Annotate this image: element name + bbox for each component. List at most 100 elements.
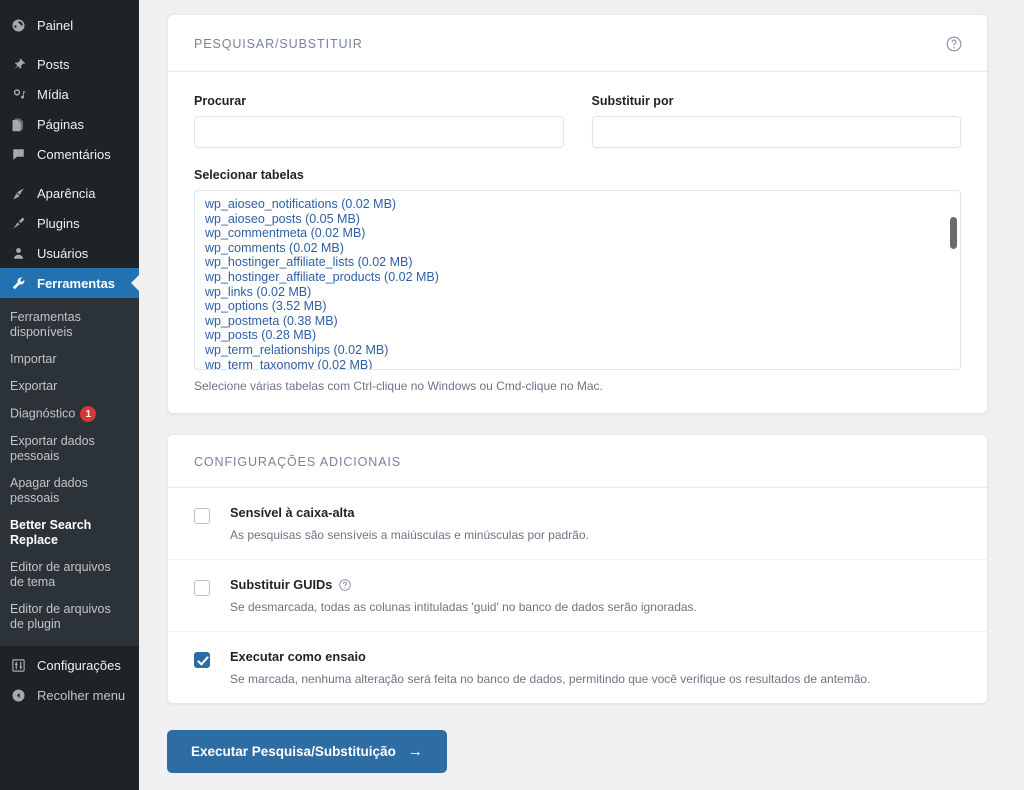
menu-divider — [0, 40, 139, 49]
pin-icon — [8, 54, 28, 74]
collapse-menu-button[interactable]: Recolher menu — [0, 680, 139, 710]
submenu-item-better-search-replace[interactable]: Better Search Replace — [0, 512, 139, 554]
tables-multiselect[interactable]: wp_aioseo_notifications (0.02 MB)wp_aios… — [194, 190, 961, 370]
submenu-item-exportar[interactable]: Exportar — [0, 373, 139, 400]
setting-title: Substituir GUIDs — [230, 577, 697, 593]
sidebar-item-label: Aparência — [37, 187, 96, 200]
search-field-label: Procurar — [194, 94, 564, 108]
table-option[interactable]: wp_options (3.52 MB) — [205, 299, 950, 314]
pages-icon — [8, 114, 28, 134]
submenu-item-label: Editor de arquivos de tema — [10, 560, 111, 589]
select-tables-label: Selecionar tabelas — [194, 168, 961, 182]
tables-options-container: wp_aioseo_notifications (0.02 MB)wp_aios… — [195, 197, 960, 369]
tools-submenu: Ferramentas disponíveis Importar Exporta… — [0, 298, 139, 646]
table-option[interactable]: wp_aioseo_notifications (0.02 MB) — [205, 197, 950, 212]
replace-field-label: Substituir por — [592, 94, 962, 108]
users-icon — [8, 243, 28, 263]
sidebar-item-painel[interactable]: Painel — [0, 10, 139, 40]
setting-title-label: Executar como ensaio — [230, 649, 366, 665]
collapse-menu-label: Recolher menu — [37, 689, 125, 702]
table-option[interactable]: wp_postmeta (0.38 MB) — [205, 314, 950, 329]
sidebar-item-aparencia[interactable]: Aparência — [0, 178, 139, 208]
wrench-icon — [8, 273, 28, 293]
panel-title: CONFIGURAÇÕES ADICIONAIS — [194, 455, 401, 469]
submenu-item-label: Importar — [10, 352, 57, 366]
setting-row-dry-run[interactable]: Executar como ensaio Se marcada, nenhuma… — [168, 632, 987, 703]
submenu-item-label: Ferramentas disponíveis — [10, 310, 81, 339]
setting-row-replace-guids[interactable]: Substituir GUIDs Se desmarcada, todas as… — [168, 560, 987, 632]
case-sensitive-checkbox[interactable] — [194, 508, 210, 524]
menu-divider — [0, 169, 139, 178]
setting-row-case-sensitive[interactable]: Sensível à caixa-alta As pesquisas são s… — [168, 488, 987, 560]
tables-hint: Selecione várias tabelas com Ctrl-clique… — [194, 379, 961, 393]
arrow-right-icon: → — [408, 744, 423, 759]
diagnostico-badge: 1 — [80, 406, 96, 422]
tables-scrollbar-thumb[interactable] — [950, 217, 957, 249]
table-option[interactable]: wp_links (0.02 MB) — [205, 285, 950, 300]
submit-area: Executar Pesquisa/Substituição → — [139, 704, 1024, 773]
select-tables-group: Selecionar tabelas wp_aioseo_notificatio… — [194, 168, 961, 393]
sidebar-menu-top: Painel Posts Mídia Páginas Comentá — [0, 0, 139, 298]
submenu-item-exportar-dados-pessoais[interactable]: Exportar dados pessoais — [0, 428, 139, 470]
question-circle-icon[interactable] — [945, 35, 963, 53]
question-circle-icon[interactable] — [338, 578, 352, 592]
additional-settings-panel: CONFIGURAÇÕES ADICIONAIS Sensível à caix… — [167, 434, 988, 704]
sidebar-item-midia[interactable]: Mídia — [0, 79, 139, 109]
sidebar-item-usuarios[interactable]: Usuários — [0, 238, 139, 268]
dry-run-checkbox[interactable] — [194, 652, 210, 668]
search-replace-panel: PESQUISAR/SUBSTITUIR Procurar Substituir… — [167, 14, 988, 414]
sidebar-menu-bottom: Configurações Recolher menu — [0, 650, 139, 710]
comment-icon — [8, 144, 28, 164]
collapse-arrow-icon — [8, 685, 28, 705]
submenu-item-importar[interactable]: Importar — [0, 346, 139, 373]
search-replace-fields: Procurar Substituir por — [194, 94, 961, 148]
submenu-item-editor-arquivos-plugin[interactable]: Editor de arquivos de plugin — [0, 596, 139, 638]
tables-scrollbar[interactable] — [950, 195, 957, 367]
table-option[interactable]: wp_posts (0.28 MB) — [205, 328, 950, 343]
sidebar-item-label: Mídia — [37, 88, 69, 101]
sidebar-item-label: Plugins — [37, 217, 80, 230]
replace-input[interactable] — [592, 116, 962, 148]
setting-title: Sensível à caixa-alta — [230, 505, 589, 521]
sidebar-item-plugins[interactable]: Plugins — [0, 208, 139, 238]
submenu-item-editor-arquivos-tema[interactable]: Editor de arquivos de tema — [0, 554, 139, 596]
additional-settings-panel-header: CONFIGURAÇÕES ADICIONAIS — [168, 435, 987, 488]
sidebar-item-label: Posts — [37, 58, 70, 71]
submenu-item-ferramentas-disponiveis[interactable]: Ferramentas disponíveis — [0, 304, 139, 346]
plugins-icon — [8, 213, 28, 233]
table-option[interactable]: wp_hostinger_affiliate_lists (0.02 MB) — [205, 255, 950, 270]
main-content: PESQUISAR/SUBSTITUIR Procurar Substituir… — [139, 0, 1024, 790]
table-option[interactable]: wp_term_taxonomy (0.02 MB) — [205, 358, 950, 369]
setting-description: As pesquisas são sensíveis a maiúsculas … — [230, 528, 589, 543]
setting-title: Executar como ensaio — [230, 649, 870, 665]
settings-sliders-icon — [8, 655, 28, 675]
sidebar-item-paginas[interactable]: Páginas — [0, 109, 139, 139]
submenu-item-diagnostico[interactable]: Diagnóstico1 — [0, 400, 139, 428]
table-option[interactable]: wp_commentmeta (0.02 MB) — [205, 226, 950, 241]
submenu-item-label: Exportar — [10, 379, 57, 393]
replace-field-group: Substituir por — [592, 94, 962, 148]
table-option[interactable]: wp_aioseo_posts (0.05 MB) — [205, 212, 950, 227]
sidebar-item-configuracoes[interactable]: Configurações — [0, 650, 139, 680]
replace-guids-checkbox[interactable] — [194, 580, 210, 596]
search-input[interactable] — [194, 116, 564, 148]
dashboard-icon — [8, 15, 28, 35]
sidebar-item-label: Painel — [37, 19, 73, 32]
sidebar-item-comentarios[interactable]: Comentários — [0, 139, 139, 169]
submenu-item-label: Exportar dados pessoais — [10, 434, 95, 463]
sidebar-item-label: Usuários — [37, 247, 88, 260]
submenu-item-apagar-dados-pessoais[interactable]: Apagar dados pessoais — [0, 470, 139, 512]
sidebar-item-label: Páginas — [37, 118, 84, 131]
table-option[interactable]: wp_hostinger_affiliate_products (0.02 MB… — [205, 270, 950, 285]
setting-text: Substituir GUIDs Se desmarcada, todas as… — [230, 577, 697, 615]
sidebar-item-ferramentas[interactable]: Ferramentas — [0, 268, 139, 298]
media-icon — [8, 84, 28, 104]
setting-description: Se marcada, nenhuma alteração será feita… — [230, 672, 870, 687]
setting-title-label: Sensível à caixa-alta — [230, 505, 355, 521]
sidebar-item-posts[interactable]: Posts — [0, 49, 139, 79]
run-search-replace-button[interactable]: Executar Pesquisa/Substituição → — [167, 730, 447, 773]
table-option[interactable]: wp_comments (0.02 MB) — [205, 241, 950, 256]
panel-spacer — [139, 414, 1024, 434]
table-option[interactable]: wp_term_relationships (0.02 MB) — [205, 343, 950, 358]
submenu-item-label: Apagar dados pessoais — [10, 476, 88, 505]
